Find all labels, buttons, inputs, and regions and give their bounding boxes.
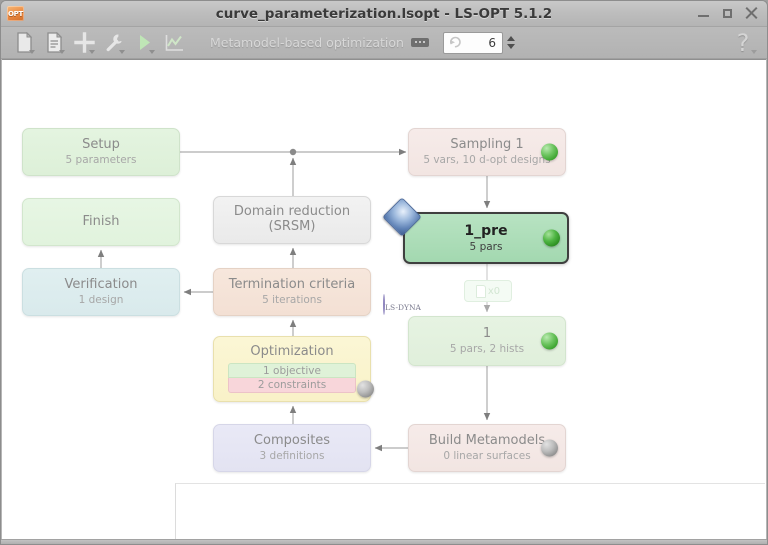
flowchart-canvas[interactable]: Setup 5 parameters Sampling 1 5 vars, 10… xyxy=(2,59,766,479)
node-stage-1-pre[interactable]: 1_pre 5 pars xyxy=(382,197,569,264)
new-file-caret-icon[interactable] xyxy=(29,49,35,54)
status-indicator-sphere xyxy=(541,143,558,161)
window-title: curve_parameterization.lsopt - LS-OPT 5.… xyxy=(215,6,553,22)
iteration-stepper[interactable] xyxy=(506,36,515,49)
node-verification-title: Verification xyxy=(64,276,138,292)
node-finish-title: Finish xyxy=(82,213,120,229)
wrench-icon[interactable] xyxy=(100,29,128,57)
node-build-metamodels-subtitle: 0 linear surfaces xyxy=(443,450,531,463)
node-termination-criteria[interactable]: Termination criteria 5 iterations xyxy=(213,268,371,316)
node-optimization[interactable]: Optimization 1 objective 2 constraints xyxy=(213,336,374,402)
file-icon xyxy=(475,284,486,298)
app-icon-text: OPT xyxy=(8,9,23,18)
minimize-icon[interactable] xyxy=(697,7,710,20)
application-window: OPT curve_parameterization.lsopt - LS-OP… xyxy=(0,0,768,545)
node-finish[interactable]: Finish xyxy=(22,198,180,246)
ls-dyna-solver-icon: LS-DYNA xyxy=(379,294,425,315)
node-verification-subtitle: 1 design xyxy=(78,294,124,307)
node-stage-1-pre-title: 1_pre xyxy=(464,222,508,239)
open-file-icon[interactable] xyxy=(40,29,68,57)
optimization-definition-rows: 1 objective 2 constraints xyxy=(228,362,356,393)
close-icon[interactable] xyxy=(745,6,758,20)
file-count-label: x0 xyxy=(487,285,501,297)
title-bar: OPT curve_parameterization.lsopt - LS-OP… xyxy=(1,1,767,27)
new-file-icon[interactable] xyxy=(10,29,38,57)
chart-icon[interactable] xyxy=(160,29,188,57)
node-termination-criteria-title: Termination criteria xyxy=(228,276,356,292)
status-indicator-sphere xyxy=(357,380,374,398)
run-caret-icon[interactable] xyxy=(149,49,155,54)
node-verification[interactable]: Verification 1 design xyxy=(22,268,180,316)
help-label: ? xyxy=(736,29,750,57)
run-icon[interactable] xyxy=(130,29,158,57)
stepper-up-icon[interactable] xyxy=(506,36,515,41)
opt-app-icon: OPT xyxy=(7,6,24,21)
main-toolbar: Metamodel-based optimization 6 ? xyxy=(1,27,767,59)
node-composites-subtitle: 3 definitions xyxy=(259,450,325,463)
node-optimization-title: Optimization xyxy=(250,344,334,360)
bottom-panel xyxy=(2,479,766,539)
node-domain-reduction[interactable]: Domain reduction (SRSM) xyxy=(213,196,371,244)
node-sampling-1-subtitle: 5 vars, 10 d-opt designs xyxy=(423,154,551,167)
add-caret-icon[interactable] xyxy=(89,49,95,54)
mode-options-button[interactable] xyxy=(410,38,429,47)
pre-output-file-badge[interactable]: x0 xyxy=(464,280,512,302)
node-stage-1-subtitle: 5 pars, 2 hists xyxy=(449,343,525,356)
node-composites-title: Composites xyxy=(253,432,331,448)
optimization-mode-label: Metamodel-based optimization xyxy=(210,35,404,50)
status-bar xyxy=(1,539,767,544)
node-setup-subtitle: 5 parameters xyxy=(65,154,137,167)
node-build-metamodels-title: Build Metamodels xyxy=(428,432,546,448)
open-file-caret-icon[interactable] xyxy=(59,49,65,54)
constraint-row[interactable]: 2 constraints xyxy=(228,377,356,393)
node-sampling-1-title: Sampling 1 xyxy=(450,136,524,152)
node-composites[interactable]: Composites 3 definitions xyxy=(213,424,371,472)
maximize-icon[interactable] xyxy=(721,7,734,20)
node-setup-title: Setup xyxy=(82,136,120,152)
node-build-metamodels[interactable]: Build Metamodels 0 linear surfaces xyxy=(408,424,566,472)
status-indicator-sphere xyxy=(541,439,558,457)
node-stage-1[interactable]: LS-DYNA 1 5 pars, 2 hists xyxy=(383,294,566,366)
node-setup[interactable]: Setup 5 parameters xyxy=(22,128,180,176)
iteration-value[interactable]: 6 xyxy=(463,36,502,50)
bottom-panel-left xyxy=(2,479,175,539)
stepper-down-icon[interactable] xyxy=(506,44,515,49)
node-stage-1-title: 1 xyxy=(482,325,492,341)
status-indicator-sphere xyxy=(543,229,560,247)
iteration-spinner[interactable]: 6 xyxy=(442,31,503,54)
node-stage-1-pre-subtitle: 5 pars xyxy=(469,241,503,254)
add-icon[interactable] xyxy=(70,29,98,57)
window-controls xyxy=(697,6,767,20)
status-indicator-sphere xyxy=(541,332,558,350)
node-sampling-1[interactable]: Sampling 1 5 vars, 10 d-opt designs xyxy=(408,128,566,176)
wrench-caret-icon[interactable] xyxy=(119,49,125,54)
bottom-panel-content[interactable] xyxy=(175,483,765,539)
node-domain-reduction-subtitle: (SRSM) xyxy=(268,219,316,234)
node-termination-criteria-subtitle: 5 iterations xyxy=(262,294,322,307)
loop-icon xyxy=(448,33,463,52)
objective-row[interactable]: 1 objective xyxy=(228,362,356,378)
node-domain-reduction-title: Domain reduction xyxy=(233,204,351,220)
ls-dyna-label: LS-DYNA xyxy=(385,303,421,312)
help-button[interactable]: ? xyxy=(727,27,759,59)
help-caret-icon[interactable] xyxy=(751,50,757,54)
